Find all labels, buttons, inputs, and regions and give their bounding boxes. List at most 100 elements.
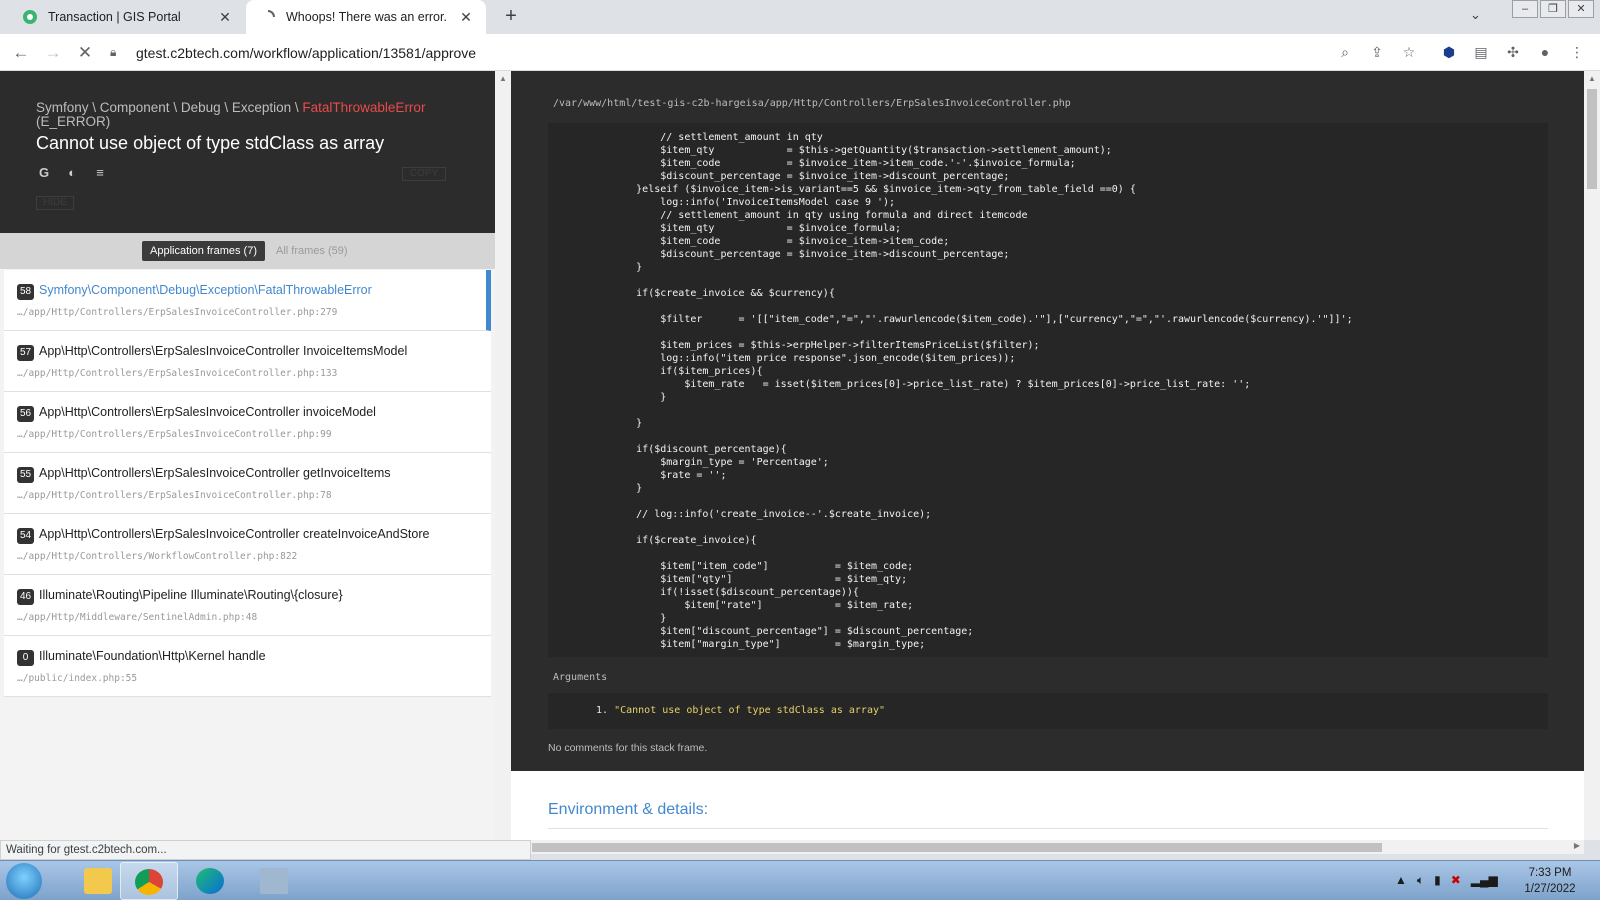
frame-class: Illuminate\Foundation\Http\Kernel handle [39,649,266,663]
start-button-icon[interactable] [6,863,42,899]
code-line: $item_prices = $this->erpHelper->filterI… [588,340,1040,351]
exception-class: Symfony \ Component \ Debug \ Exception … [36,101,466,129]
address-bar[interactable]: 🔒︎ gtest.c2btech.com/workflow/applicatio… [110,38,1360,67]
windows-taskbar: ▲ 🔈︎ ▮ ✖ ▂▄▆ 7:33 PM 1/27/2022 [0,860,1600,900]
scroll-right-arrow-icon[interactable]: ▶ [1574,841,1580,850]
all-frames-tab[interactable]: All frames (59) [268,241,356,261]
scroll-up-arrow-icon[interactable]: ▲ [1588,74,1596,83]
clock-date: 1/27/2022 [1524,883,1576,895]
frame-item[interactable]: 56 App\Http\Controllers\ErpSalesInvoiceC… [4,392,491,453]
volume-icon[interactable]: 🔈︎ [1417,873,1424,888]
frames-filter: Application frames (7) All frames (59) [0,233,495,269]
profile-avatar-icon[interactable]: ● [1536,43,1554,61]
code-line: $item["margin_type"] = $margin_type; [588,639,926,650]
forward-arrow-icon[interactable]: → [42,42,64,64]
tab-strip: Transaction | GIS Portal ✕ Whoops! There… [0,0,1600,34]
code-line: // settlement_amount in qty [588,132,823,143]
hide-button[interactable]: HIDE [36,196,74,210]
tab-whoops-error[interactable]: Whoops! There was an error. ✕ [246,0,486,34]
bookmark-star-icon[interactable]: ☆ [1400,43,1418,61]
gis-portal-favicon-icon [23,10,37,24]
google-search-icon[interactable]: G [36,165,52,181]
tab-close-icon[interactable]: ✕ [217,9,233,25]
stop-loading-icon[interactable]: ✕ [74,42,96,64]
taskbar-chrome[interactable] [120,862,178,900]
frame-class: App\Http\Controllers\ErpSalesInvoiceCont… [39,527,430,541]
frame-item[interactable]: 58 Symfony\Component\Debug\Exception\Fat… [4,270,491,331]
code-line: log::info("item price response".json_enc… [588,353,1016,364]
code-line: $item["qty"] = $item_qty; [588,574,908,585]
frame-item[interactable]: 55 App\Http\Controllers\ErpSalesInvoiceC… [4,453,491,514]
tray-expand-icon[interactable]: ▲ [1395,873,1407,888]
frames-list: 58 Symfony\Component\Debug\Exception\Fat… [4,270,491,697]
application-frames-tab[interactable]: Application frames (7) [142,241,265,261]
code-line: $discount_percentage = $invoice_item->di… [588,171,1010,182]
page-horizontal-scrollbar[interactable]: ▶ [511,840,1584,854]
code-line: $item_qty = $this->getQuantity($transact… [588,145,1112,156]
frame-item[interactable]: 57 App\Http\Controllers\ErpSalesInvoiceC… [4,331,491,392]
duckduckgo-search-icon[interactable]: ◐ [64,165,80,181]
minimize-icon[interactable]: – [1512,0,1538,18]
exception-message: Cannot use object of type stdClass as ar… [36,133,385,153]
frame-path: …/app/Http/Controllers/ErpSalesInvoiceCo… [17,368,338,379]
share-icon[interactable]: ⇪ [1368,43,1386,61]
page-vertical-scrollbar[interactable]: ▲ [1584,71,1600,840]
left-panel-scrollbar[interactable]: ▲ [495,71,511,840]
scrollbar-thumb[interactable] [1587,89,1597,189]
frame-class: App\Http\Controllers\ErpSalesInvoiceCont… [39,466,391,480]
code-line: $margin_type = 'Percentage'; [588,457,829,468]
url-text[interactable]: gtest.c2btech.com/workflow/application/1… [136,45,476,61]
code-line: $filter = '[["item_code","=","'.rawurlen… [588,314,1353,325]
exception-header: Symfony \ Component \ Debug \ Exception … [0,71,495,233]
chrome-icon [135,869,163,895]
taskbar-edge[interactable] [182,862,240,900]
edge-icon [196,868,224,894]
close-window-icon[interactable]: ✕ [1568,0,1594,18]
extensions-puzzle-icon[interactable]: ✣ [1504,43,1522,61]
signal-icon[interactable]: ▂▄▆ [1471,873,1498,888]
code-line: $item_qty = $invoice_formula; [588,223,902,234]
battery-icon[interactable]: ▮ [1434,873,1441,888]
environment-details-heading: Environment & details: [548,801,709,818]
arguments-box: 1. "Cannot use object of type stdClass a… [548,693,1548,729]
stackoverflow-search-icon[interactable]: ≡ [92,165,108,181]
frame-item[interactable]: 46 Illuminate\Routing\Pipeline Illuminat… [4,575,491,636]
code-file-path: /var/www/html/test-gis-c2b-hargeisa/app/… [553,98,1071,109]
extension-clipboard-icon[interactable]: ▤ [1472,43,1490,61]
code-line: $discount_percentage = $invoice_item->di… [588,249,1010,260]
frame-path: …/app/Http/Controllers/WorkflowControlle… [17,551,298,562]
zoom-icon[interactable]: ⌕ [1336,43,1354,61]
scrollbar-thumb[interactable] [532,843,1382,852]
code-line: // log::info('create_invoice--'.$create_… [588,509,932,520]
no-comments-text: No comments for this stack frame. [548,742,708,754]
code-line: $rate = ''; [588,470,727,481]
scroll-up-arrow-icon[interactable]: ▲ [499,74,507,83]
frame-item[interactable]: 54 App\Http\Controllers\ErpSalesInvoiceC… [4,514,491,575]
tab-close-icon[interactable]: ✕ [458,9,474,25]
copy-button[interactable]: COPY [402,167,446,181]
code-line: if($create_invoice && $currency){ [588,288,835,299]
code-line: log::info('InvoiceItemsModel case 9 '); [588,197,896,208]
frame-class: App\Http\Controllers\ErpSalesInvoiceCont… [39,344,408,358]
restore-icon[interactable]: ❐ [1540,0,1566,18]
tab-title: Whoops! There was an error. [286,10,447,24]
code-line: } [588,418,643,429]
taskbar-app[interactable] [246,862,304,900]
back-arrow-icon[interactable]: ← [10,42,32,64]
code-line: if(!isset($discount_percentage)){ [588,587,859,598]
lock-icon[interactable]: 🔒︎ [110,45,126,60]
network-error-icon[interactable]: ✖ [1451,873,1461,888]
extension-shield-icon[interactable]: ⬢ [1440,43,1458,61]
frame-class: Illuminate\Routing\Pipeline Illuminate\R… [39,588,343,602]
window-controls: – ❐ ✕ [1510,0,1594,18]
code-line: $item_code = $invoice_item->item_code.'-… [588,158,1076,169]
tab-search-icon[interactable]: ⌄ [1470,7,1481,23]
code-line: $item_rate = isset($item_prices[0]->pric… [588,379,1251,390]
tab-transaction[interactable]: Transaction | GIS Portal ✕ [8,0,245,34]
frame-item[interactable]: 0 Illuminate\Foundation\Http\Kernel hand… [4,636,491,697]
menu-kebab-icon[interactable]: ⋮ [1568,43,1586,61]
taskbar-clock[interactable]: 7:33 PM 1/27/2022 [1515,865,1585,897]
new-tab-button[interactable]: + [500,6,522,28]
